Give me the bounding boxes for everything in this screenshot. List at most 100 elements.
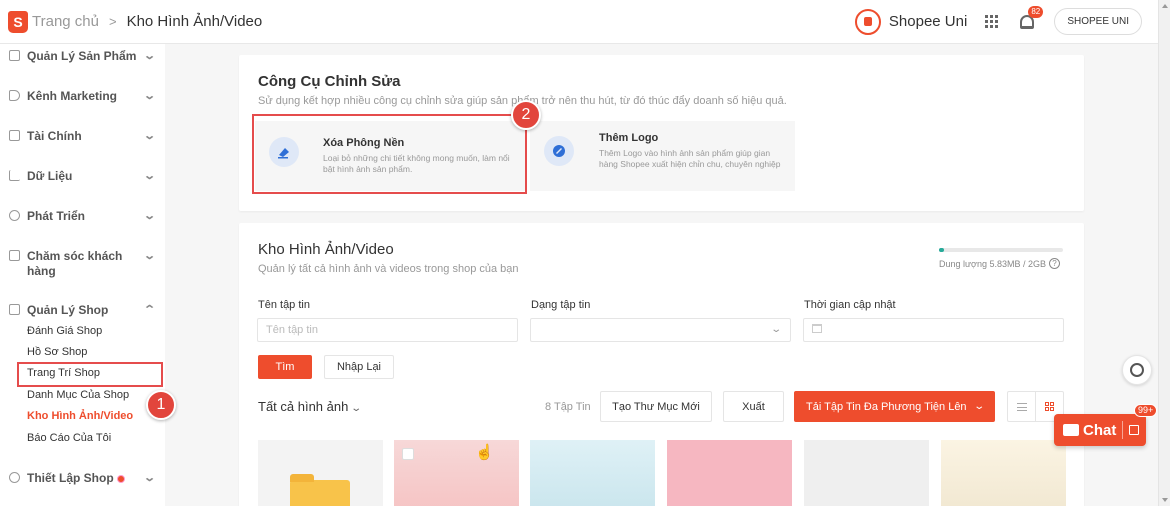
- sidebar-item-label: Phát Triển: [27, 209, 86, 223]
- chat-minimize-icon[interactable]: [1129, 425, 1140, 435]
- shopee-uni-link[interactable]: Shopee Uni: [889, 13, 967, 30]
- sidebar-subitem-my-reports[interactable]: Báo Cáo Của Tôi: [27, 432, 111, 444]
- headset-icon: [1130, 363, 1144, 377]
- media-thumbnail[interactable]: [941, 440, 1066, 506]
- library-subtitle: Quản lý tất cả hình ảnh và videos trong …: [258, 263, 519, 275]
- support-headset-button[interactable]: [1122, 355, 1152, 385]
- apps-grid-icon[interactable]: [985, 15, 999, 28]
- chat-bubble-icon: [1063, 424, 1079, 436]
- tool-name: Thêm Logo: [599, 132, 659, 144]
- upload-media-button[interactable]: Tải Tập Tin Đa Phương Tiện Lên ⌄: [794, 391, 995, 422]
- sidebar-subitem-shop-profile[interactable]: Hồ Sơ Shop: [27, 346, 87, 358]
- chevron-down-icon: ⌄: [142, 130, 156, 142]
- shopee-uni-icon[interactable]: [854, 8, 881, 35]
- settings-icon: [9, 472, 20, 483]
- grid-icon: [1045, 402, 1054, 411]
- scroll-down-icon[interactable]: [1162, 498, 1168, 502]
- wallet-icon: [9, 130, 20, 141]
- file-type-select[interactable]: ⌄: [530, 318, 791, 342]
- step-marker-2: 2: [511, 100, 541, 130]
- chevron-down-icon: ⌄: [142, 210, 156, 222]
- sidebar-item-label: Quản Lý Shop: [27, 303, 109, 317]
- media-thumbnail[interactable]: [530, 440, 655, 506]
- hand-cursor-icon: ☝: [475, 444, 494, 461]
- notification-bell-icon[interactable]: 82: [1020, 5, 1044, 29]
- chevron-up-icon: ⌃: [142, 304, 156, 316]
- file-count: 8 Tập Tin: [545, 401, 591, 413]
- tool-description: Thêm Logo vào hình ảnh sản phẩm giúp gia…: [599, 148, 781, 169]
- sidebar-item-finance[interactable]: Tài Chính ⌄: [9, 129, 156, 144]
- sidebar-item-shop-management[interactable]: Quản Lý Shop ⌃: [9, 303, 156, 318]
- list-view-button[interactable]: [1008, 392, 1035, 421]
- sidebar-item-shop-settings[interactable]: Thiết Lập Shop ⌄: [9, 471, 156, 486]
- chat-button[interactable]: Chat: [1054, 414, 1146, 446]
- media-library-card: Kho Hình Ảnh/Video Quản lý tất cả hình ả…: [239, 223, 1084, 506]
- new-dot-indicator: [116, 474, 125, 483]
- top-header: S Trang chủ > Kho Hình Ảnh/Video Shopee …: [0, 0, 1158, 44]
- breadcrumb-home[interactable]: Trang chủ: [32, 13, 99, 30]
- chevron-down-icon: ⌄: [142, 90, 156, 102]
- annotation-box-media-library: [17, 362, 163, 387]
- sidebar-item-customer-care[interactable]: Chăm sóc khách hàng ⌄: [9, 249, 156, 279]
- sidebar-item-marketing[interactable]: Kênh Marketing ⌄: [9, 89, 156, 104]
- chart-icon: [9, 170, 20, 181]
- sidebar-subitem-shop-categories[interactable]: Danh Mục Của Shop: [27, 389, 129, 401]
- library-title: Kho Hình Ảnh/Video: [258, 241, 394, 258]
- sidebar-item-label: Chăm sóc khách hàng: [27, 249, 123, 278]
- sidebar-item-data[interactable]: Dữ Liệu ⌄: [9, 169, 156, 184]
- step-marker-1: 1: [146, 390, 176, 420]
- chevron-down-icon: ⌄: [142, 170, 156, 182]
- storage-usage-text: Dung lượng 5.83MB / 2GB: [939, 258, 1046, 269]
- filter-name-label: Tên tập tin: [258, 299, 310, 311]
- media-thumbnail[interactable]: [667, 440, 792, 506]
- logo-stamp-icon: [544, 136, 574, 166]
- select-checkbox[interactable]: [402, 448, 414, 460]
- sidebar-item-label: Tài Chính: [27, 129, 82, 143]
- search-button[interactable]: Tìm: [258, 355, 312, 379]
- reset-button[interactable]: Nhập Lại: [324, 355, 394, 379]
- sidebar-item-label: Quản Lý Sản Phẩm: [27, 49, 137, 63]
- media-thumbnail[interactable]: [394, 440, 519, 506]
- folder-icon: [290, 474, 350, 506]
- media-thumbnail[interactable]: [804, 440, 929, 506]
- all-images-dropdown[interactable]: Tất cả hình ảnh ⌄: [258, 399, 363, 414]
- product-icon: [9, 50, 20, 61]
- shopee-logo[interactable]: S: [8, 10, 28, 33]
- storage-progress-bar: [939, 248, 1063, 252]
- chevron-down-icon: ⌄: [142, 50, 156, 62]
- scroll-up-icon[interactable]: [1162, 4, 1168, 8]
- tools-title: Công Cụ Chỉnh Sửa: [258, 73, 401, 90]
- chevron-down-icon: ⌄: [350, 403, 363, 414]
- update-time-picker[interactable]: [803, 318, 1064, 342]
- page-title: Kho Hình Ảnh/Video: [126, 13, 263, 30]
- shop-account-button[interactable]: SHOPEE UNI: [1054, 8, 1142, 35]
- chevron-down-icon: ⌄: [142, 250, 156, 262]
- shop-icon: [9, 304, 20, 315]
- chevron-down-icon: ⌄: [972, 401, 985, 412]
- breadcrumb-separator: >: [108, 14, 117, 29]
- export-button[interactable]: Xuất: [723, 391, 784, 422]
- chat-divider: [1122, 421, 1124, 439]
- sidebar-item-products[interactable]: Quản Lý Sản Phẩm ⌄: [9, 49, 156, 64]
- page-scrollbar[interactable]: [1158, 0, 1170, 506]
- filter-time-label: Thời gian cập nhật: [804, 299, 896, 311]
- tool-add-logo[interactable]: Thêm Logo Thêm Logo vào hình ảnh sản phẩ…: [530, 121, 795, 191]
- sidebar-item-growth[interactable]: Phát Triển ⌄: [9, 209, 156, 224]
- calendar-icon: [812, 324, 822, 333]
- help-icon[interactable]: ?: [1048, 258, 1060, 269]
- chevron-down-icon: ⌄: [769, 324, 782, 335]
- editing-tools-card: Công Cụ Chỉnh Sửa Sử dụng kết hợp nhiều …: [239, 55, 1084, 211]
- sidebar-subitem-shop-reviews[interactable]: Đánh Giá Shop: [27, 325, 102, 337]
- file-name-input[interactable]: Tên tập tin: [257, 318, 518, 342]
- sidebar: Quản Lý Sản Phẩm ⌄ Kênh Marketing ⌄ Tài …: [0, 44, 165, 506]
- chat-unread-badge: 99+: [1134, 404, 1158, 417]
- sidebar-item-label: Dữ Liệu: [27, 169, 73, 183]
- new-folder-button[interactable]: Tạo Thư Mục Mới: [600, 391, 712, 422]
- filter-type-label: Dạng tập tin: [531, 299, 591, 311]
- header-actions: Shopee Uni 82 SHOPEE UNI: [854, 5, 1142, 35]
- list-icon: [1016, 402, 1027, 411]
- storage-progress-fill: [939, 248, 944, 252]
- media-folder-thumbnail[interactable]: [258, 440, 383, 506]
- tag-icon: [9, 90, 20, 101]
- sidebar-subitem-media-library[interactable]: Kho Hình Ảnh/Video: [27, 410, 133, 422]
